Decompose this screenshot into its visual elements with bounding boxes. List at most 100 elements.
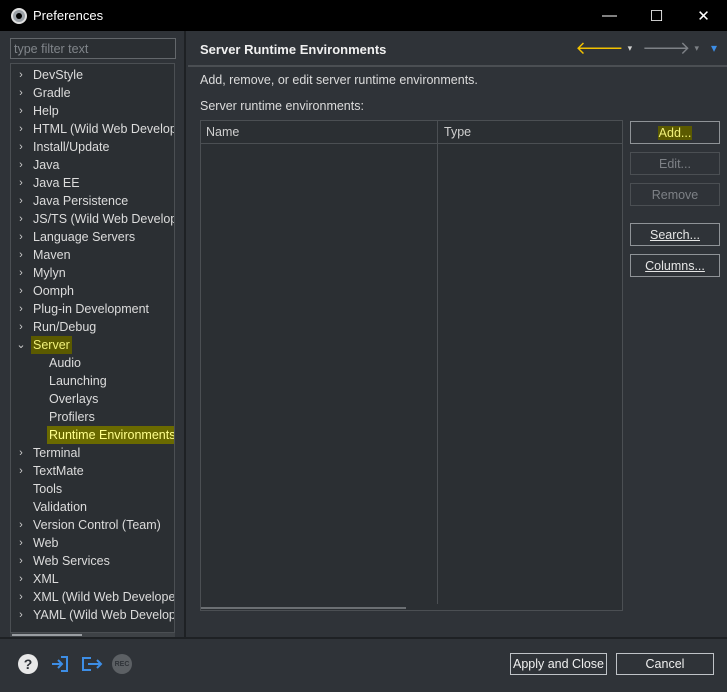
chevron-right-icon[interactable]: › [11,174,31,192]
import-icon[interactable] [50,654,70,674]
runtime-table[interactable]: Name Type [200,120,623,611]
chevron-right-icon[interactable]: › [11,606,31,624]
chevron-right-icon[interactable]: › [11,66,31,84]
tree-item[interactable]: › YAML (Wild Web Develop [11,606,174,624]
tree-item[interactable]: Runtime Environments [11,426,174,444]
edit-button[interactable]: Edit... [630,152,720,175]
tree-item[interactable]: › XML (Wild Web Develope [11,588,175,606]
tree-item[interactable]: › JS/TS (Wild Web Develope [11,210,174,228]
close-button[interactable]: ✕ [680,0,727,31]
chevron-right-icon[interactable]: › [11,570,31,588]
table-horizontal-scrollbar[interactable] [201,607,406,609]
forward-arrow-icon[interactable]: 🡒 [642,39,690,57]
tree-item-label: Runtime Environments [47,426,174,444]
tree-item-label: Profilers [49,410,95,424]
tree-item[interactable]: › Gradle [11,84,174,102]
tree-item-label: Java [33,158,60,172]
dialog-footer: ? REC Apply and Close Cancel [0,639,727,692]
tree-item[interactable]: › TextMate [11,462,174,480]
preferences-sidebar: ›DevStyle›Gradle›Help›HTML (Wild Web Dev… [0,31,186,637]
tree-item[interactable]: Validation [11,498,174,516]
minimize-button[interactable]: — [586,0,633,31]
tree-item[interactable]: › Terminal [11,444,174,462]
tree-item[interactable]: ⌄ Server [11,336,174,354]
chevron-right-icon[interactable]: › [11,300,31,318]
tree-item[interactable]: Audio [11,354,174,372]
column-header-type[interactable]: Type [444,125,471,139]
column-divider[interactable] [437,121,438,604]
cancel-button[interactable]: Cancel [616,653,714,675]
tree-item-label: Validation [33,500,87,514]
tree-item[interactable]: › Install/Update [11,138,174,156]
tree-item[interactable]: › Maven [11,246,174,264]
chevron-right-icon[interactable]: › [11,138,31,156]
chevron-right-icon[interactable]: › [11,282,31,300]
tree-item[interactable]: › Plug-in Development [11,300,174,318]
filter-input[interactable] [10,38,176,59]
tree-item[interactable]: › Version Control (Team) [11,516,174,534]
tree-item[interactable]: › HTML (Wild Web Develop [11,120,175,138]
chevron-right-icon[interactable]: › [11,444,31,462]
tree-item[interactable]: › Web [11,534,174,552]
chevron-right-icon[interactable]: › [11,102,31,120]
tree-item[interactable]: › Java Persistence [11,192,174,210]
export-icon[interactable] [80,654,104,674]
tree-item[interactable]: › Run/Debug [11,318,174,336]
maximize-button[interactable]: ☐ [633,0,680,31]
tree-item[interactable]: › Language Servers [11,228,174,246]
tree-item-label: Java EE [33,176,80,190]
tree-item[interactable]: Profilers [11,408,174,426]
apply-and-close-button[interactable]: Apply and Close [510,653,607,675]
window-title: Preferences [33,8,104,23]
tree-item-label: Run/Debug [33,320,97,334]
tree-item-label: Language Servers [33,230,136,244]
column-header-name[interactable]: Name [206,125,239,139]
add-button[interactable]: Add... [630,121,720,144]
tree-item[interactable]: Overlays [11,390,174,408]
record-icon[interactable]: REC [112,654,132,674]
tree-item[interactable]: › Mylyn [11,264,174,282]
tree-item-label: Mylyn [33,266,66,280]
tree-item[interactable]: › XML [11,570,174,588]
chevron-right-icon[interactable]: › [11,84,31,102]
navigation-controls: 🡐 ▾ 🡒 ▾ ▾ [575,39,717,57]
tree-item[interactable]: › Java [11,156,174,174]
chevron-right-icon[interactable]: › [11,264,31,282]
scrollbar-thumb[interactable] [12,634,82,636]
tree-item-label: Tools [33,482,63,496]
tree-item[interactable]: › Help [11,102,174,120]
tree-item-label: Maven [33,248,71,262]
page-description: Add, remove, or edit server runtime envi… [200,73,478,87]
tree-item[interactable]: › Web Services [11,552,174,570]
chevron-right-icon[interactable]: › [11,156,31,174]
chevron-down-icon[interactable]: ⌄ [11,336,31,354]
chevron-right-icon[interactable]: › [11,588,31,606]
view-menu-icon[interactable]: ▾ [711,41,717,55]
tree-item-label: XML (Wild Web Develope [33,590,175,604]
tree-item[interactable]: › Java EE [11,174,174,192]
chevron-right-icon[interactable]: › [11,246,31,264]
search-button[interactable]: Search... [630,223,720,246]
table-header: Name Type [201,121,622,144]
back-dropdown-icon[interactable]: ▾ [628,43,633,54]
chevron-right-icon[interactable]: › [11,228,31,246]
chevron-right-icon[interactable]: › [11,192,31,210]
help-icon[interactable]: ? [18,654,38,674]
tree-item-label: HTML (Wild Web Develop [33,122,175,136]
forward-dropdown-icon[interactable]: ▾ [694,43,699,54]
tree-item[interactable]: Tools [11,480,174,498]
chevron-right-icon[interactable]: › [11,210,31,228]
back-arrow-icon[interactable]: 🡐 [575,39,623,57]
tree-item[interactable]: › Oomph [11,282,174,300]
chevron-right-icon[interactable]: › [11,120,31,138]
tree-item-label: Web Services [33,554,110,568]
chevron-right-icon[interactable]: › [11,318,31,336]
tree-item[interactable]: Launching [11,372,174,390]
columns-button[interactable]: Columns... [630,254,720,277]
tree-item[interactable]: › DevStyle [11,66,174,84]
chevron-right-icon[interactable]: › [11,516,31,534]
chevron-right-icon[interactable]: › [11,552,31,570]
chevron-right-icon[interactable]: › [11,534,31,552]
chevron-right-icon[interactable]: › [11,462,31,480]
remove-button[interactable]: Remove [630,183,720,206]
